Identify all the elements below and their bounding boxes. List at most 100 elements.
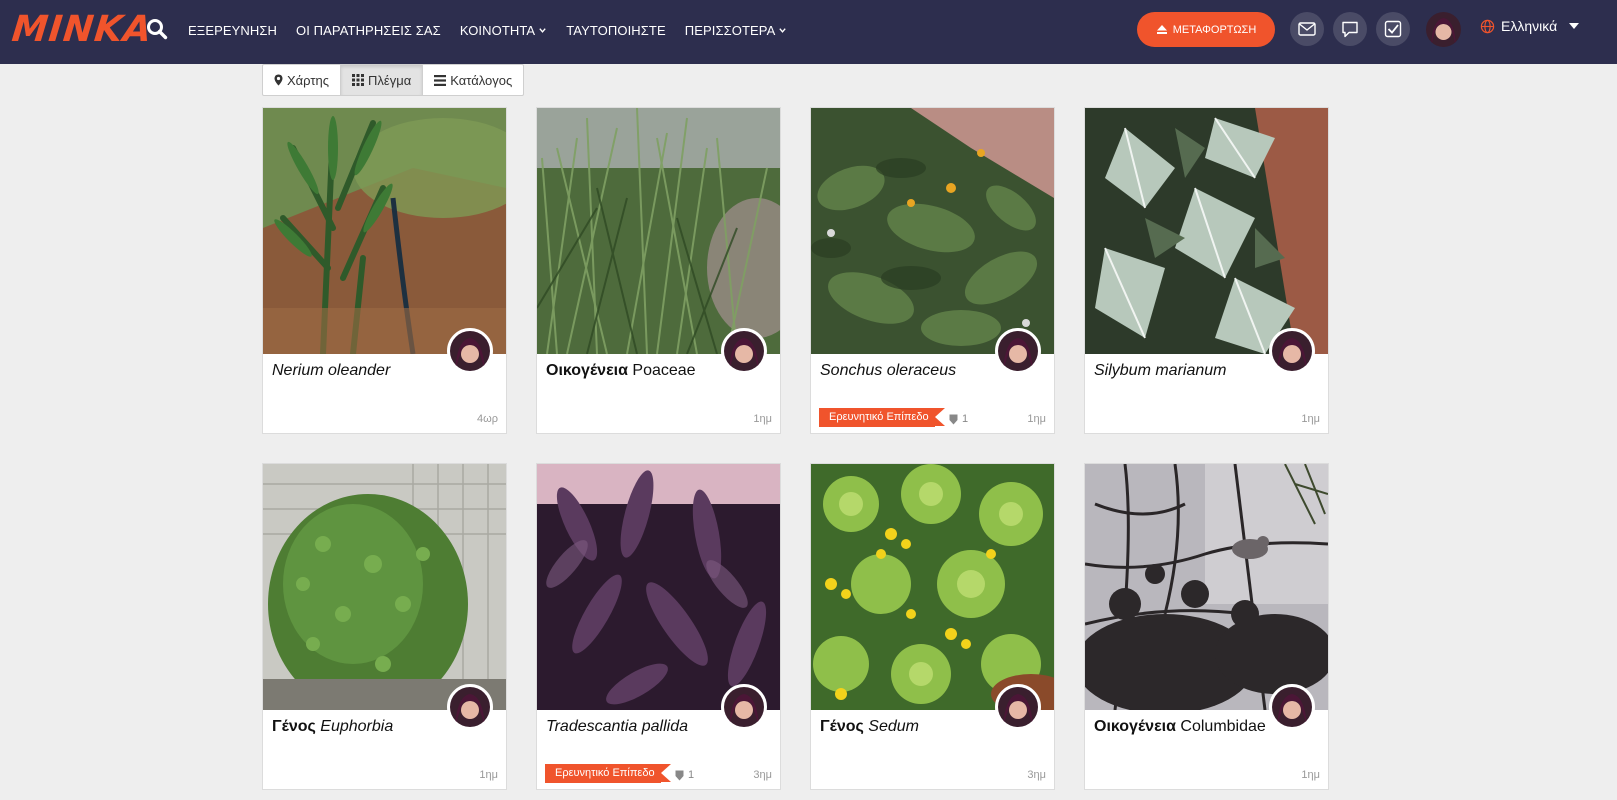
observation-card[interactable]: Sonchus oleraceus Ερευνητικό Επίπεδο 1 1…: [810, 107, 1055, 434]
taxon-name[interactable]: Οικογένεια Poaceae: [546, 362, 696, 380]
observation-card[interactable]: Silybum marianum 1ημ: [1084, 107, 1329, 434]
observer-avatar[interactable]: [1269, 328, 1315, 374]
observation-card[interactable]: Tradescantia pallida Ερευνητικό Επίπεδο …: [536, 463, 781, 790]
observation-age: 3ημ: [753, 769, 772, 781]
language-label: Ελληνικά: [1501, 18, 1558, 34]
globe-icon: [1480, 19, 1495, 33]
messages-button[interactable]: [1290, 12, 1324, 46]
list-icon: [434, 74, 447, 86]
taxon-scientific-name: Columbidae: [1180, 718, 1266, 735]
observer-avatar[interactable]: [995, 328, 1041, 374]
nav-your-observations-label: ΟΙ ΠΑΡΑΤΗΡΗΣΕΙΣ ΣΑΣ: [296, 22, 441, 38]
observer-avatar[interactable]: [721, 328, 767, 374]
list-view-label: Κατάλογος: [450, 72, 513, 88]
user-avatar[interactable]: [1426, 12, 1461, 47]
caret-down-icon: [1569, 23, 1580, 29]
observation-photo[interactable]: [811, 464, 1054, 710]
identification-count: 1: [675, 769, 694, 781]
list-view-button[interactable]: Κατάλογος: [423, 65, 523, 95]
observation-age: 1ημ: [479, 769, 498, 781]
observation-age: 3ημ: [1027, 769, 1046, 781]
observer-avatar[interactable]: [721, 684, 767, 730]
view-toggle: Χάρτης Πλέγμα Κατάλογος: [262, 64, 525, 96]
taxon-name[interactable]: Sonchus oleraceus: [820, 362, 956, 380]
nav-your-observations[interactable]: ΟΙ ΠΑΡΑΤΗΡΗΣΕΙΣ ΣΑΣ: [296, 23, 441, 38]
grid-icon: [352, 74, 365, 86]
upload-button[interactable]: ΜΕΤΑΦΟΡΤΩΣΗ: [1137, 12, 1275, 47]
map-marker-icon: [274, 74, 283, 86]
observation-card[interactable]: Γένος Sedum 3ημ: [810, 463, 1055, 790]
grid-view-button[interactable]: Πλέγμα: [341, 65, 424, 95]
taxon-name[interactable]: Silybum marianum: [1094, 362, 1226, 380]
language-selector[interactable]: Ελληνικά: [1480, 18, 1580, 34]
taxon-scientific-name: Nerium oleander: [272, 362, 391, 379]
research-grade-badge: Ερευνητικό Επίπεδο: [545, 764, 671, 783]
taxon-rank: Γένος: [820, 718, 864, 735]
observation-age: 1ημ: [1301, 769, 1320, 781]
observation-card[interactable]: Nerium oleander 4ωρ: [262, 107, 507, 434]
observation-photo[interactable]: [263, 108, 506, 354]
taxon-scientific-name: Sedum: [868, 718, 919, 735]
identification-icon: [675, 770, 684, 780]
nav-identify[interactable]: ΤΑΥΤΟΠΟΙΗΣΤΕ: [566, 23, 666, 38]
taxon-rank: Γένος: [272, 718, 316, 735]
observation-photo[interactable]: [811, 108, 1054, 354]
comments-button[interactable]: [1333, 12, 1367, 46]
chevron-down-icon: [779, 27, 787, 33]
nav-more[interactable]: ΠΕΡΙΣΣΟΤΕΡΑ: [685, 23, 788, 38]
observation-photo[interactable]: [1085, 108, 1328, 354]
taxon-scientific-name: Poaceae: [632, 362, 696, 379]
taxon-rank: Οικογένεια: [1094, 718, 1176, 735]
observation-photo[interactable]: [263, 464, 506, 710]
nav-identify-label: ΤΑΥΤΟΠΟΙΗΣΤΕ: [566, 22, 666, 38]
search-icon[interactable]: [146, 18, 172, 44]
taxon-name[interactable]: Οικογένεια Columbidae: [1094, 718, 1266, 736]
nav-community-label: ΚΟΙΝΟΤΗΤΑ: [459, 22, 536, 38]
logo-text: MINKA: [9, 9, 155, 50]
taxon-name[interactable]: Γένος Sedum: [820, 718, 919, 736]
check-icon: [1384, 20, 1402, 38]
nav-more-label: ΠΕΡΙΣΣΟΤΕΡΑ: [684, 22, 776, 38]
taxon-scientific-name: Tradescantia pallida: [546, 718, 689, 735]
observer-avatar[interactable]: [447, 328, 493, 374]
observation-photo[interactable]: [1085, 464, 1328, 710]
nav-explore-label: ΕΞΕΡΕΥΝΗΣΗ: [188, 22, 278, 38]
minka-logo[interactable]: MINKA: [10, 8, 154, 52]
upload-icon: [1156, 25, 1167, 34]
chevron-down-icon: [539, 27, 546, 33]
identification-count-value: 1: [688, 769, 695, 781]
main-nav: ΕΞΕΡΕΥΝΗΣΗ ΟΙ ΠΑΡΑΤΗΡΗΣΕΙΣ ΣΑΣ ΚΟΙΝΟΤΗΤΑ…: [188, 0, 806, 60]
observer-avatar[interactable]: [1269, 684, 1315, 730]
grid-view-label: Πλέγμα: [368, 72, 412, 88]
identification-count: 1: [949, 413, 968, 425]
taxon-scientific-name: Sonchus oleraceus: [820, 362, 957, 379]
observation-photo[interactable]: [537, 464, 780, 710]
taxon-scientific-name: Euphorbia: [320, 718, 394, 735]
observation-age: 1ημ: [753, 413, 772, 425]
observation-card[interactable]: Οικογένεια Poaceae 1ημ: [536, 107, 781, 434]
top-navigation-bar: MINKA ΕΞΕΡΕΥΝΗΣΗ ΟΙ ΠΑΡΑΤΗΡΗΣΕΙΣ ΣΑΣ ΚΟΙ…: [0, 0, 1617, 64]
observation-age: 4ωρ: [477, 413, 498, 425]
observer-avatar[interactable]: [995, 684, 1041, 730]
taxon-name[interactable]: Γένος Euphorbia: [272, 718, 393, 736]
identification-icon: [949, 414, 958, 424]
observation-card[interactable]: Γένος Euphorbia 1ημ: [262, 463, 507, 790]
observation-photo[interactable]: [537, 108, 780, 354]
research-grade-badge: Ερευνητικό Επίπεδο: [819, 408, 945, 427]
nav-explore[interactable]: ΕΞΕΡΕΥΝΗΣΗ: [188, 23, 277, 38]
observation-card[interactable]: Οικογένεια Columbidae 1ημ: [1084, 463, 1329, 790]
taxon-name[interactable]: Tradescantia pallida: [546, 718, 688, 736]
identifications-button[interactable]: [1376, 12, 1410, 46]
identification-count-value: 1: [962, 413, 969, 425]
observer-avatar[interactable]: [447, 684, 493, 730]
taxon-rank: Οικογένεια: [546, 362, 628, 379]
mail-icon: [1298, 22, 1316, 36]
taxon-scientific-name: Silybum marianum: [1094, 362, 1227, 379]
upload-label: ΜΕΤΑΦΟΡΤΩΣΗ: [1172, 23, 1257, 36]
map-view-label: Χάρτης: [287, 72, 330, 88]
chat-icon: [1342, 21, 1358, 37]
observation-age: 1ημ: [1027, 413, 1046, 425]
map-view-button[interactable]: Χάρτης: [263, 65, 342, 95]
nav-community[interactable]: ΚΟΙΝΟΤΗΤΑ: [460, 23, 547, 38]
taxon-name[interactable]: Nerium oleander: [272, 362, 390, 380]
